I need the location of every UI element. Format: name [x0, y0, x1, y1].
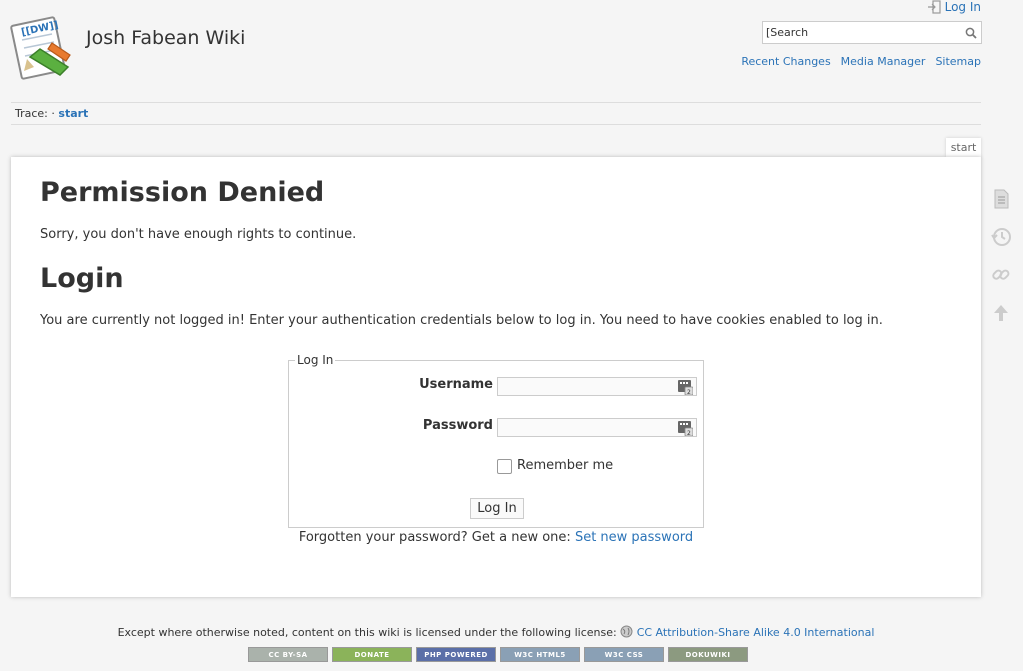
login-fieldset: Log In Username 2 Password 2 Remember me…: [288, 353, 704, 528]
keyboard-icon[interactable]: 2: [677, 420, 693, 436]
remember-me-checkbox[interactable]: [497, 459, 512, 474]
old-revisions-button[interactable]: [988, 224, 1014, 250]
breadcrumb-start[interactable]: start: [58, 107, 88, 120]
login-heading: Login: [40, 263, 124, 294]
search-button[interactable]: [961, 22, 981, 43]
search-icon: [965, 27, 977, 39]
login-label: Log In: [944, 0, 981, 14]
back-to-top-button[interactable]: [988, 300, 1014, 326]
site-title[interactable]: Josh Fabean Wiki: [86, 27, 245, 49]
globe-icon: [620, 625, 633, 638]
set-new-password-link[interactable]: Set new password: [575, 530, 693, 545]
show-page-button[interactable]: [988, 186, 1014, 212]
password-field[interactable]: 2: [497, 418, 697, 437]
remember-me-label[interactable]: Remember me: [517, 458, 613, 473]
nav-sitemap[interactable]: Sitemap: [935, 55, 981, 68]
page-id-tag: start: [946, 138, 981, 159]
link-icon: [992, 269, 1010, 280]
login-link[interactable]: Log In: [927, 0, 981, 14]
backlinks-button[interactable]: [988, 262, 1014, 288]
forgot-password-line: Forgotten your password? Get a new one: …: [11, 530, 981, 545]
permission-denied-heading: Permission Denied: [40, 177, 325, 208]
history-icon: [991, 228, 1011, 246]
dokuwiki-logo[interactable]: [[DW]]: [10, 15, 77, 82]
footer-badges: CC BY-SA DONATE PHP POWERED W3C HTML5 W3…: [248, 647, 748, 662]
username-label: Username: [419, 377, 493, 392]
license-text: Except where otherwise noted, content on…: [117, 626, 617, 639]
breadcrumb-separator: ·: [51, 107, 55, 120]
cc-by-sa-badge[interactable]: CC BY-SA: [248, 647, 328, 662]
arrow-up-icon: [994, 305, 1008, 321]
page-content: Permission Denied Sorry, you don't have …: [11, 157, 981, 597]
site-tools-nav: Recent Changes Media Manager Sitemap: [741, 55, 981, 68]
keyboard-icon[interactable]: 2: [677, 379, 693, 395]
w3c-html5-badge[interactable]: W3C HTML5: [500, 647, 580, 662]
license-line: Except where otherwise noted, content on…: [0, 625, 992, 639]
nav-media-manager[interactable]: Media Manager: [841, 55, 926, 68]
login-instructions: You are currently not logged in! Enter y…: [40, 313, 883, 328]
page-icon: [994, 189, 1009, 209]
fieldset-legend: Log In: [295, 353, 336, 367]
username-field[interactable]: 2: [497, 377, 697, 396]
permission-message: Sorry, you don't have enough rights to c…: [40, 227, 357, 242]
password-label: Password: [422, 418, 493, 433]
dokuwiki-badge[interactable]: DOKUWIKI: [668, 647, 748, 662]
search-box: [762, 21, 982, 44]
login-icon: [927, 0, 941, 14]
w3c-css-badge[interactable]: W3C CSS: [584, 647, 664, 662]
donate-badge[interactable]: DONATE: [332, 647, 412, 662]
forgot-password-text: Forgotten your password? Get a new one:: [298, 530, 571, 545]
php-powered-badge[interactable]: PHP POWERED: [416, 647, 496, 662]
breadcrumb-label: Trace:: [15, 107, 48, 120]
login-submit-button[interactable]: Log In: [470, 498, 524, 519]
search-input[interactable]: [763, 22, 961, 43]
svg-text:2: 2: [687, 389, 691, 395]
nav-recent-changes[interactable]: Recent Changes: [741, 55, 830, 68]
svg-text:2: 2: [687, 430, 691, 436]
license-link[interactable]: CC Attribution-Share Alike 4.0 Internati…: [637, 626, 875, 639]
breadcrumb: Trace: · start: [11, 102, 981, 125]
